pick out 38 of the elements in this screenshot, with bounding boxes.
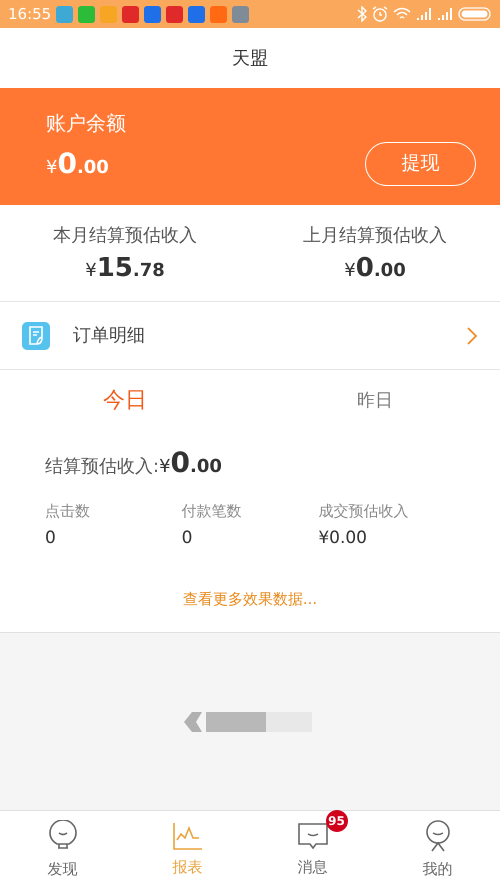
summary-label: 本月结算预估收入 [53,224,197,248]
metric-label: 付款笔数 [182,500,243,522]
signal-icon [416,7,432,21]
summary-amount: ¥15.78 [85,252,165,284]
document-icon [22,322,50,350]
line-chart-icon [172,822,202,850]
metric-label: 点击数 [45,500,91,522]
alarm-icon [372,6,388,22]
metric-value: 0 [45,527,57,550]
metric-value: ¥0.00 [318,527,368,550]
more-data-link[interactable]: 查看更多效果数据... [182,588,318,610]
settled-label: 结算预估收入: [45,454,160,479]
metric-value: 0 [182,527,194,550]
bluetooth-icon [357,6,367,22]
date-tab[interactable]: 今日 [0,384,250,416]
order-detail-row[interactable]: 订单明细 [0,302,500,370]
nav-tab[interactable]: 我的 [375,811,500,889]
lightbulb-icon [48,820,76,852]
nav-tab[interactable]: 95 消息 [250,811,375,889]
signal-icon [437,7,453,21]
settled-amount: ¥0.00 [159,446,222,480]
metric-label: 成交预估收入 [318,500,410,522]
withdraw-button[interactable]: 提现 [365,142,476,186]
order-detail-label: 订单明细 [73,324,146,348]
summary-label: 上月结算预估收入 [303,224,447,248]
wifi-icon [393,7,411,21]
nav-tab[interactable]: 发现 [0,811,125,889]
message-icon [298,822,328,850]
person-icon [424,820,450,852]
unread-badge: 95 [326,810,348,832]
chevron-right-icon [466,326,478,346]
battery-icon [458,7,492,21]
balance-label: 账户余额 [46,110,127,136]
balance-amount: ¥0.00 [46,146,109,180]
status-time: 16:55 [8,4,52,25]
header-title: 天盟 [232,46,268,70]
date-tab[interactable]: 昨日 [250,386,500,414]
summary-amount: ¥0.00 [344,252,406,284]
